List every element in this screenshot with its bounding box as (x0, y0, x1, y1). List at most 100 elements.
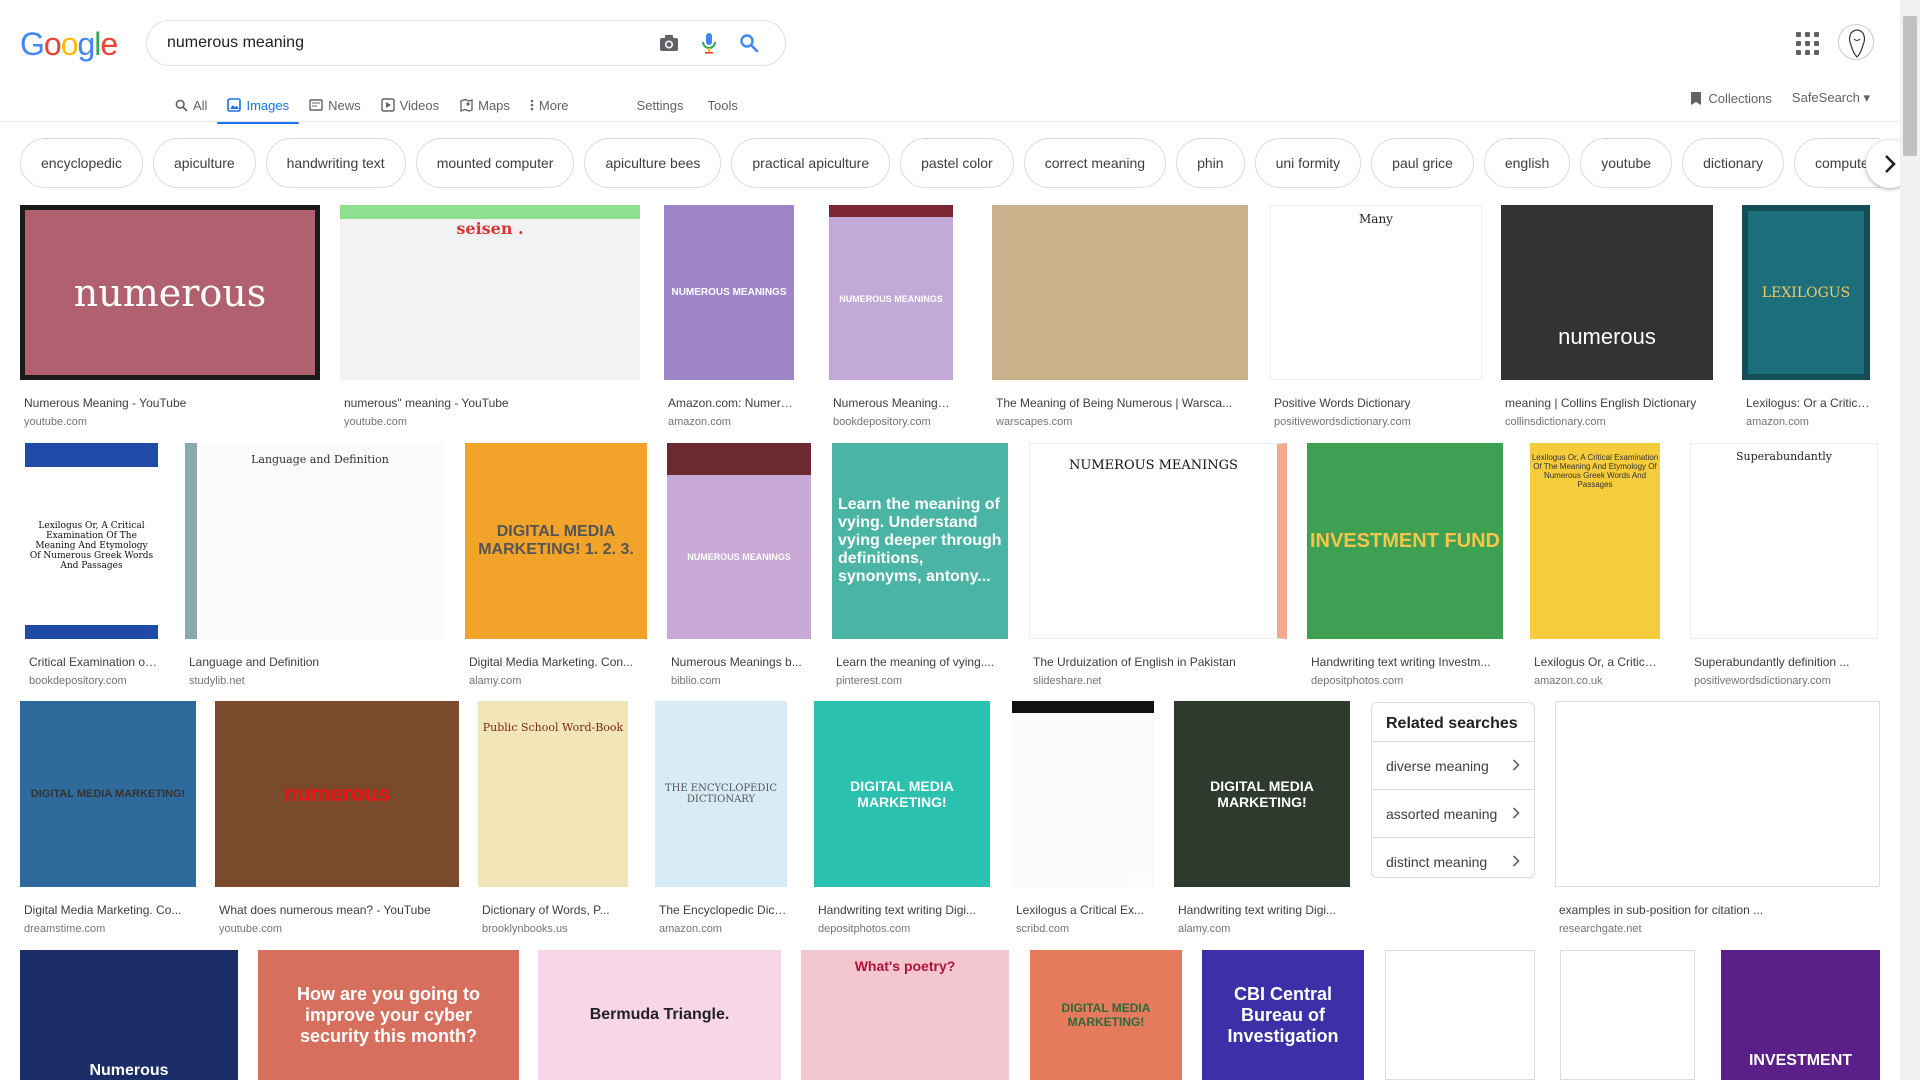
image-result[interactable]: CBI Central Bureau of Investigation (1202, 950, 1364, 1080)
image-thumbnail[interactable] (1560, 950, 1695, 1080)
image-result[interactable]: Lexilogus Or, A Critical Examination Of … (1530, 443, 1660, 691)
search-box[interactable] (146, 20, 786, 66)
image-thumbnail[interactable] (1555, 701, 1880, 887)
result-title[interactable]: What does numerous mean? - YouTube (219, 903, 459, 917)
image-result[interactable] (1385, 950, 1535, 1080)
image-thumbnail[interactable]: LEXILOGUS (1742, 205, 1870, 380)
camera-icon[interactable] (649, 23, 689, 63)
image-thumbnail[interactable]: Superabundantly (1690, 443, 1878, 639)
image-result[interactable]: LEXILOGUS Lexilogus: Or a Critical... amaz… (1742, 205, 1870, 432)
image-result[interactable]: DIGITAL MEDIA MARKETING! (1030, 950, 1182, 1080)
image-result[interactable]: seisen . numerous" meaning - YouTube youtu… (340, 205, 640, 432)
image-thumbnail[interactable]: PDF (1012, 701, 1154, 887)
image-result[interactable]: NUMEROUS MEANINGS Numerous Meanings : ...… (829, 205, 953, 432)
suggestion-chip[interactable]: dictionary (1682, 138, 1784, 188)
collections-link[interactable]: Collections (1690, 91, 1772, 106)
suggestion-chip[interactable]: encyclopedic (20, 138, 143, 188)
image-result[interactable]: NUMEROUS MEANINGS Amazon.com: Numero... am… (664, 205, 794, 432)
result-title[interactable]: meaning | Collins English Dictionary (1505, 396, 1713, 410)
image-thumbnail[interactable]: numerous (20, 205, 320, 380)
scrollbar-thumb[interactable] (1903, 16, 1917, 156)
result-title[interactable]: The Meaning of Being Numerous | Warsca..… (996, 396, 1248, 410)
suggestion-chip[interactable]: uni formity (1254, 138, 1362, 188)
image-result[interactable]: numerous meaning | Collins English Dictio… (1501, 205, 1713, 432)
suggestion-chip[interactable]: apiculture bees (584, 138, 722, 188)
suggestion-chip[interactable]: handwriting text (265, 138, 406, 188)
result-title[interactable]: Amazon.com: Numero... (668, 396, 794, 410)
result-title[interactable]: numerous" meaning - YouTube (344, 396, 640, 410)
result-title[interactable]: Digital Media Marketing. Con... (469, 655, 647, 669)
tab-videos[interactable]: Videos (371, 88, 450, 122)
tab-more[interactable]: More (520, 88, 579, 122)
image-thumbnail[interactable]: CBI Central Bureau of Investigation (1202, 950, 1364, 1080)
result-title[interactable]: Handwriting text writing Investm... (1311, 655, 1503, 669)
tab-all[interactable]: All (165, 88, 217, 122)
suggestion-chip[interactable]: correct meaning (1023, 138, 1167, 188)
apps-grid-icon[interactable] (1794, 30, 1819, 55)
suggestion-chip[interactable]: pastel color (900, 138, 1014, 188)
image-thumbnail[interactable]: Public School Word-Book (478, 701, 628, 887)
image-result[interactable]: How are you going to improve your cyber … (258, 950, 519, 1080)
image-thumbnail[interactable]: Many (1270, 205, 1482, 380)
search-icon[interactable] (729, 23, 769, 63)
image-result[interactable]: Lexilogus Or, A Critical Examination Of … (25, 443, 158, 691)
settings-button[interactable]: Settings (625, 88, 696, 122)
image-result[interactable]: NUMEROUS MEANINGS The Urduization of Engl… (1029, 443, 1287, 691)
suggestion-chip[interactable]: english (1483, 138, 1571, 188)
image-result[interactable]: NUMEROUS MEANINGS Numerous Meanings b... b… (667, 443, 811, 691)
image-result[interactable]: The Meaning of Being Numerous | Warsca..… (992, 205, 1248, 432)
image-thumbnail[interactable]: NUMEROUS MEANINGS (1029, 443, 1287, 639)
result-title[interactable]: Lexilogus: Or a Critical... (1746, 396, 1870, 410)
microphone-icon[interactable] (689, 23, 729, 63)
result-title[interactable]: Digital Media Marketing. Co... (24, 903, 196, 917)
image-thumbnail[interactable]: Lexilogus Or, A Critical Examination Of … (1530, 443, 1660, 639)
image-result[interactable]: numerous What does numerous mean? - YouTu… (215, 701, 459, 939)
image-thumbnail[interactable] (992, 205, 1248, 380)
scrollbar[interactable] (1900, 0, 1920, 1080)
image-result[interactable]: examples in sub-position for citation ..… (1555, 701, 1880, 939)
result-title[interactable]: Learn the meaning of vying.... (836, 655, 1008, 669)
image-result[interactable]: INVESTMENT (1721, 950, 1880, 1080)
image-thumbnail[interactable]: numerous (1501, 205, 1713, 380)
image-result[interactable]: Public School Word-Book Dictionary of Wor… (478, 701, 628, 939)
image-thumbnail[interactable] (1385, 950, 1535, 1080)
result-title[interactable]: Superabundantly definition ... (1694, 655, 1878, 669)
image-result[interactable]: Language and Definition Language and Defi… (185, 443, 443, 691)
safesearch-menu[interactable]: SafeSearch ▾ (1792, 90, 1870, 106)
image-thumbnail[interactable]: DIGITAL MEDIA MARKETING! (814, 701, 990, 887)
image-thumbnail[interactable]: THE ENCYCLOPEDIC DICTIONARY (655, 701, 787, 887)
image-result[interactable]: Superabundantly Superabundantly definitio… (1690, 443, 1878, 691)
result-title[interactable]: examples in sub-position for citation ..… (1559, 903, 1880, 917)
image-thumbnail[interactable]: seisen . (340, 205, 640, 380)
image-thumbnail[interactable]: How are you going to improve your cyber … (258, 950, 519, 1080)
related-search-item[interactable]: distinct meaning (1372, 837, 1534, 885)
image-result[interactable]: Many Positive Words Dictionary positivewor… (1270, 205, 1482, 432)
result-title[interactable]: The Encyclopedic Dict... (659, 903, 787, 917)
image-thumbnail[interactable]: NUMEROUS MEANINGS (667, 443, 811, 639)
image-result[interactable]: Numerous (20, 950, 238, 1080)
tab-maps[interactable]: Maps (449, 88, 520, 122)
image-thumbnail[interactable]: Numerous (20, 950, 238, 1080)
result-title[interactable]: Dictionary of Words, P... (482, 903, 628, 917)
image-result[interactable]: PDF Lexilogus a Critical Ex... scribd.com (1012, 701, 1154, 939)
result-title[interactable]: Numerous Meaning - YouTube (24, 396, 320, 410)
image-thumbnail[interactable]: Lexilogus Or, A Critical Examination Of … (25, 443, 158, 639)
image-result[interactable] (1560, 950, 1695, 1080)
image-result[interactable]: DIGITAL MEDIA MARKETING! Handwriting text… (1174, 701, 1350, 939)
image-result[interactable]: What's poetry? (801, 950, 1009, 1080)
result-title[interactable]: Critical Examination of... (29, 655, 158, 669)
result-title[interactable]: Numerous Meanings b... (671, 655, 811, 669)
tab-news[interactable]: News (299, 88, 371, 122)
result-title[interactable]: Language and Definition (189, 655, 443, 669)
result-title[interactable]: The Urduization of English in Pakistan (1033, 655, 1287, 669)
image-thumbnail[interactable]: DIGITAL MEDIA MARKETING! (20, 701, 196, 887)
image-result[interactable]: DIGITAL MEDIA MARKETING! 1. 2. 3. Digital… (465, 443, 647, 691)
image-thumbnail[interactable]: DIGITAL MEDIA MARKETING! (1030, 950, 1182, 1080)
suggestion-chip[interactable]: mounted computer (415, 138, 575, 188)
image-thumbnail[interactable]: NUMEROUS MEANINGS (829, 205, 953, 380)
image-thumbnail[interactable]: INVESTMENT FUND (1307, 443, 1503, 639)
suggestion-chip[interactable]: apiculture (152, 138, 256, 188)
image-thumbnail[interactable]: INVESTMENT (1721, 950, 1880, 1080)
image-result[interactable]: DIGITAL MEDIA MARKETING! Digital Media Ma… (20, 701, 196, 939)
suggestion-chip[interactable]: practical apiculture (731, 138, 891, 188)
